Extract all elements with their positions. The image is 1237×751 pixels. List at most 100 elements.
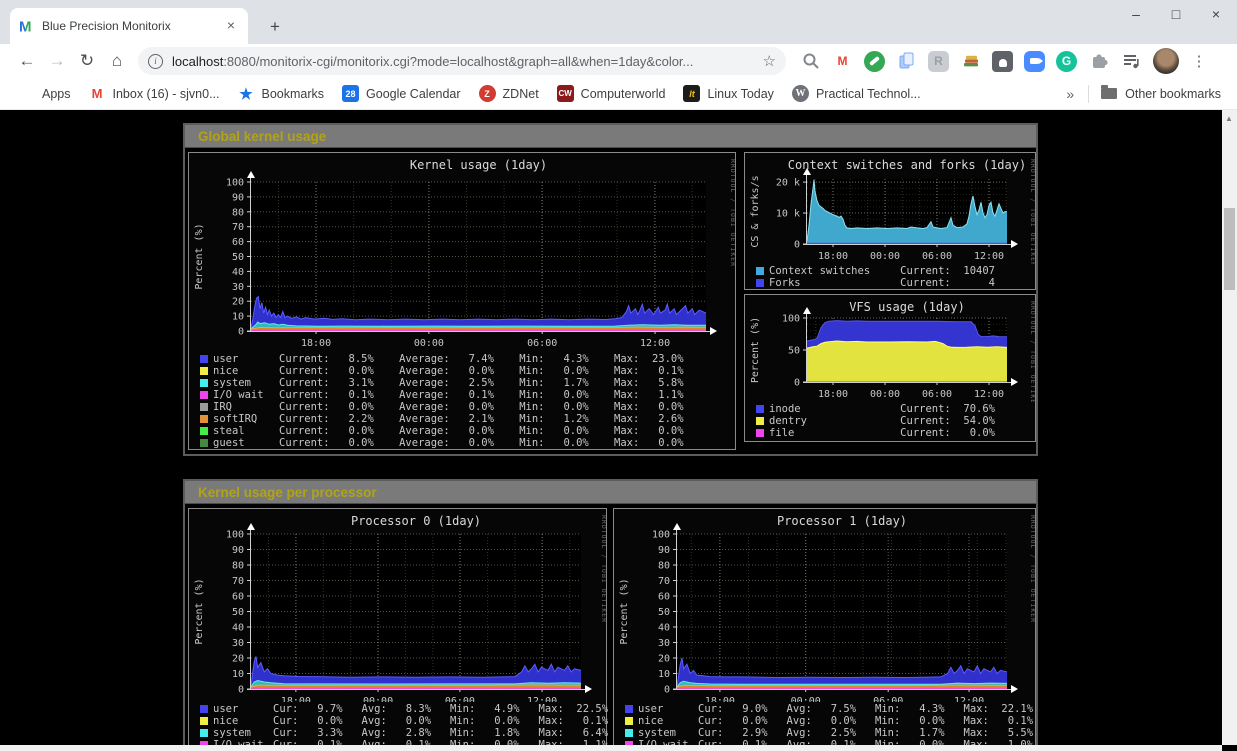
grammarly-icon[interactable]: G bbox=[1056, 51, 1077, 72]
svg-text:00:00: 00:00 bbox=[791, 696, 821, 702]
legend-row: ForksCurrent: 4 bbox=[756, 277, 1031, 289]
bookmark-item[interactable]: ltLinux Today bbox=[683, 85, 774, 102]
legend-color-swatch bbox=[756, 279, 764, 287]
scroll-up-icon[interactable]: ▲ bbox=[1225, 114, 1233, 123]
forward-icon[interactable]: → bbox=[42, 51, 72, 71]
browser-tab[interactable]: M Blue Precision Monitorix × bbox=[10, 8, 248, 44]
bookmark-item[interactable]: MInbox (16) - sjvn0... bbox=[89, 85, 220, 102]
legend-label: system bbox=[638, 727, 698, 739]
processor-0-graph: 010203040506070809010018:0000:0006:0012:… bbox=[188, 508, 607, 751]
svg-text:0: 0 bbox=[794, 378, 800, 389]
profile-avatar[interactable] bbox=[1153, 48, 1179, 74]
window-close-button[interactable]: × bbox=[1203, 6, 1229, 22]
window-maximize-button[interactable]: □ bbox=[1163, 6, 1189, 22]
svg-text:Percent (%): Percent (%) bbox=[619, 578, 630, 644]
legend-color-swatch bbox=[756, 267, 764, 275]
svg-text:VFS usage (1day): VFS usage (1day) bbox=[849, 300, 965, 314]
browser-window: M Blue Precision Monitorix × + – □ × ← →… bbox=[0, 0, 1237, 751]
svg-text:RRDTOOL / TOBI OETIKER: RRDTOOL / TOBI OETIKER bbox=[729, 159, 735, 267]
legend-stats: Current: 70.6% bbox=[900, 403, 1031, 415]
svg-text:40: 40 bbox=[658, 623, 670, 634]
bookmark-item[interactable]: 28Google Calendar bbox=[342, 85, 461, 102]
horizontal-scrollbar[interactable] bbox=[0, 745, 1222, 751]
legend-stats: Current: 0.0% Average: 0.0% Min: 0.0% Ma… bbox=[279, 401, 684, 413]
legend-stats: Cur: 9.7% Avg: 8.3% Min: 4.9% Max: 22.5% bbox=[273, 703, 608, 715]
legend-label: IRQ bbox=[213, 401, 279, 413]
bookmark-item[interactable]: ★ Bookmarks bbox=[238, 85, 325, 102]
legend-row: stealCurrent: 0.0% Average: 0.0% Min: 0.… bbox=[200, 425, 731, 437]
bookmark-item[interactable]: WPractical Technol... bbox=[792, 85, 921, 102]
browser-menu-icon[interactable]: ⋮ bbox=[1189, 52, 1209, 70]
url-host: localhost bbox=[172, 54, 223, 69]
back-icon[interactable]: ← bbox=[12, 51, 42, 71]
voice-icon[interactable] bbox=[864, 51, 885, 72]
bookmark-label: Practical Technol... bbox=[816, 87, 921, 101]
svg-text:RRDTOOL / TOBI OETIKER: RRDTOOL / TOBI OETIKER bbox=[1029, 301, 1035, 402]
bookmarks-overflow-icon[interactable]: » bbox=[1066, 86, 1074, 102]
address-bar[interactable]: i localhost:8080/monitorix-cgi/monitorix… bbox=[138, 47, 786, 75]
home-icon[interactable]: ⌂ bbox=[102, 51, 132, 71]
url-text[interactable]: localhost:8080/monitorix-cgi/monitorix.c… bbox=[172, 54, 757, 69]
legend-row: userCur: 9.0% Avg: 7.5% Min: 4.3% Max: 2… bbox=[625, 703, 1031, 715]
svg-text:0: 0 bbox=[238, 327, 244, 338]
bookmark-item[interactable]: Apps bbox=[18, 85, 71, 102]
scrollbar-thumb[interactable] bbox=[1224, 208, 1235, 290]
legend-color-swatch bbox=[625, 729, 633, 737]
legend-color-swatch bbox=[200, 427, 208, 435]
copy-pages-icon[interactable] bbox=[896, 51, 917, 72]
window-minimize-button[interactable]: – bbox=[1123, 6, 1149, 22]
playlist-icon[interactable] bbox=[1120, 51, 1141, 72]
kernel-usage-graph: 010203040506070809010018:0000:0006:0012:… bbox=[188, 152, 736, 450]
svg-text:30: 30 bbox=[232, 638, 244, 649]
monitorix-favicon: M bbox=[18, 18, 34, 34]
vfs-plot: 05010018:0000:0006:0012:00VFS usage (1da… bbox=[745, 295, 1035, 402]
other-bookmarks-button[interactable]: Other bookmarks bbox=[1125, 87, 1221, 101]
bookmark-label: Inbox (16) - sjvn0... bbox=[113, 87, 220, 101]
svg-text:10 k: 10 k bbox=[776, 209, 800, 220]
svg-text:18:00: 18:00 bbox=[301, 338, 331, 349]
books-icon[interactable] bbox=[960, 51, 981, 72]
section-title: Kernel usage per processor bbox=[198, 485, 377, 500]
legend-label: user bbox=[638, 703, 698, 715]
section-header: Global kernel usage bbox=[185, 125, 1036, 148]
svg-text:50: 50 bbox=[232, 252, 244, 263]
new-tab-button[interactable]: + bbox=[262, 14, 288, 40]
tab-close-icon[interactable]: × bbox=[222, 17, 240, 35]
cs-plot: 010 k20 k18:0000:0006:0012:00Context swi… bbox=[745, 153, 1035, 264]
legend-label: nice bbox=[638, 715, 698, 727]
svg-text:80: 80 bbox=[658, 561, 670, 572]
svg-text:12:00: 12:00 bbox=[527, 696, 557, 702]
legend-row: Context switchesCurrent: 10407 bbox=[756, 265, 1031, 277]
zoom-icon[interactable] bbox=[1024, 51, 1045, 72]
svg-text:60: 60 bbox=[232, 237, 244, 248]
svg-text:12:00: 12:00 bbox=[974, 389, 1004, 400]
bookmark-item[interactable]: ZZDNet bbox=[479, 85, 539, 102]
bookmark-label: Bookmarks bbox=[262, 87, 325, 101]
legend-label: system bbox=[213, 377, 279, 389]
apps-grid-icon bbox=[18, 85, 35, 102]
person-box-icon[interactable] bbox=[992, 51, 1013, 72]
bookmark-item[interactable]: CWComputerworld bbox=[557, 85, 666, 102]
legend-label: inode bbox=[769, 403, 801, 415]
r-box-icon[interactable]: R bbox=[928, 51, 949, 72]
svg-text:30: 30 bbox=[658, 638, 670, 649]
bookmark-label: Computerworld bbox=[581, 87, 666, 101]
star-icon: ★ bbox=[238, 85, 255, 102]
legend-color-swatch bbox=[756, 417, 764, 425]
puzzle-icon[interactable] bbox=[1088, 51, 1109, 72]
reload-icon[interactable]: ↻ bbox=[72, 51, 102, 71]
tab-title: Blue Precision Monitorix bbox=[42, 19, 222, 33]
legend-row: IRQCurrent: 0.0% Average: 0.0% Min: 0.0%… bbox=[200, 401, 731, 413]
bookmark-star-icon[interactable]: ☆ bbox=[763, 52, 776, 70]
vertical-scrollbar[interactable]: ▲ bbox=[1222, 110, 1237, 745]
search-icon[interactable] bbox=[800, 51, 821, 72]
svg-text:Processor 0 (1day): Processor 0 (1day) bbox=[351, 514, 481, 528]
legend-row: I/O waitCurrent: 0.1% Average: 0.1% Min:… bbox=[200, 389, 731, 401]
legend-label: nice bbox=[213, 365, 279, 377]
gmail-icon[interactable]: M bbox=[832, 51, 853, 72]
page-info-icon[interactable]: i bbox=[148, 54, 163, 69]
svg-text:18:00: 18:00 bbox=[818, 389, 848, 400]
svg-text:06:00: 06:00 bbox=[445, 696, 475, 702]
legend-color-swatch bbox=[200, 729, 208, 737]
svg-text:60: 60 bbox=[232, 592, 244, 603]
